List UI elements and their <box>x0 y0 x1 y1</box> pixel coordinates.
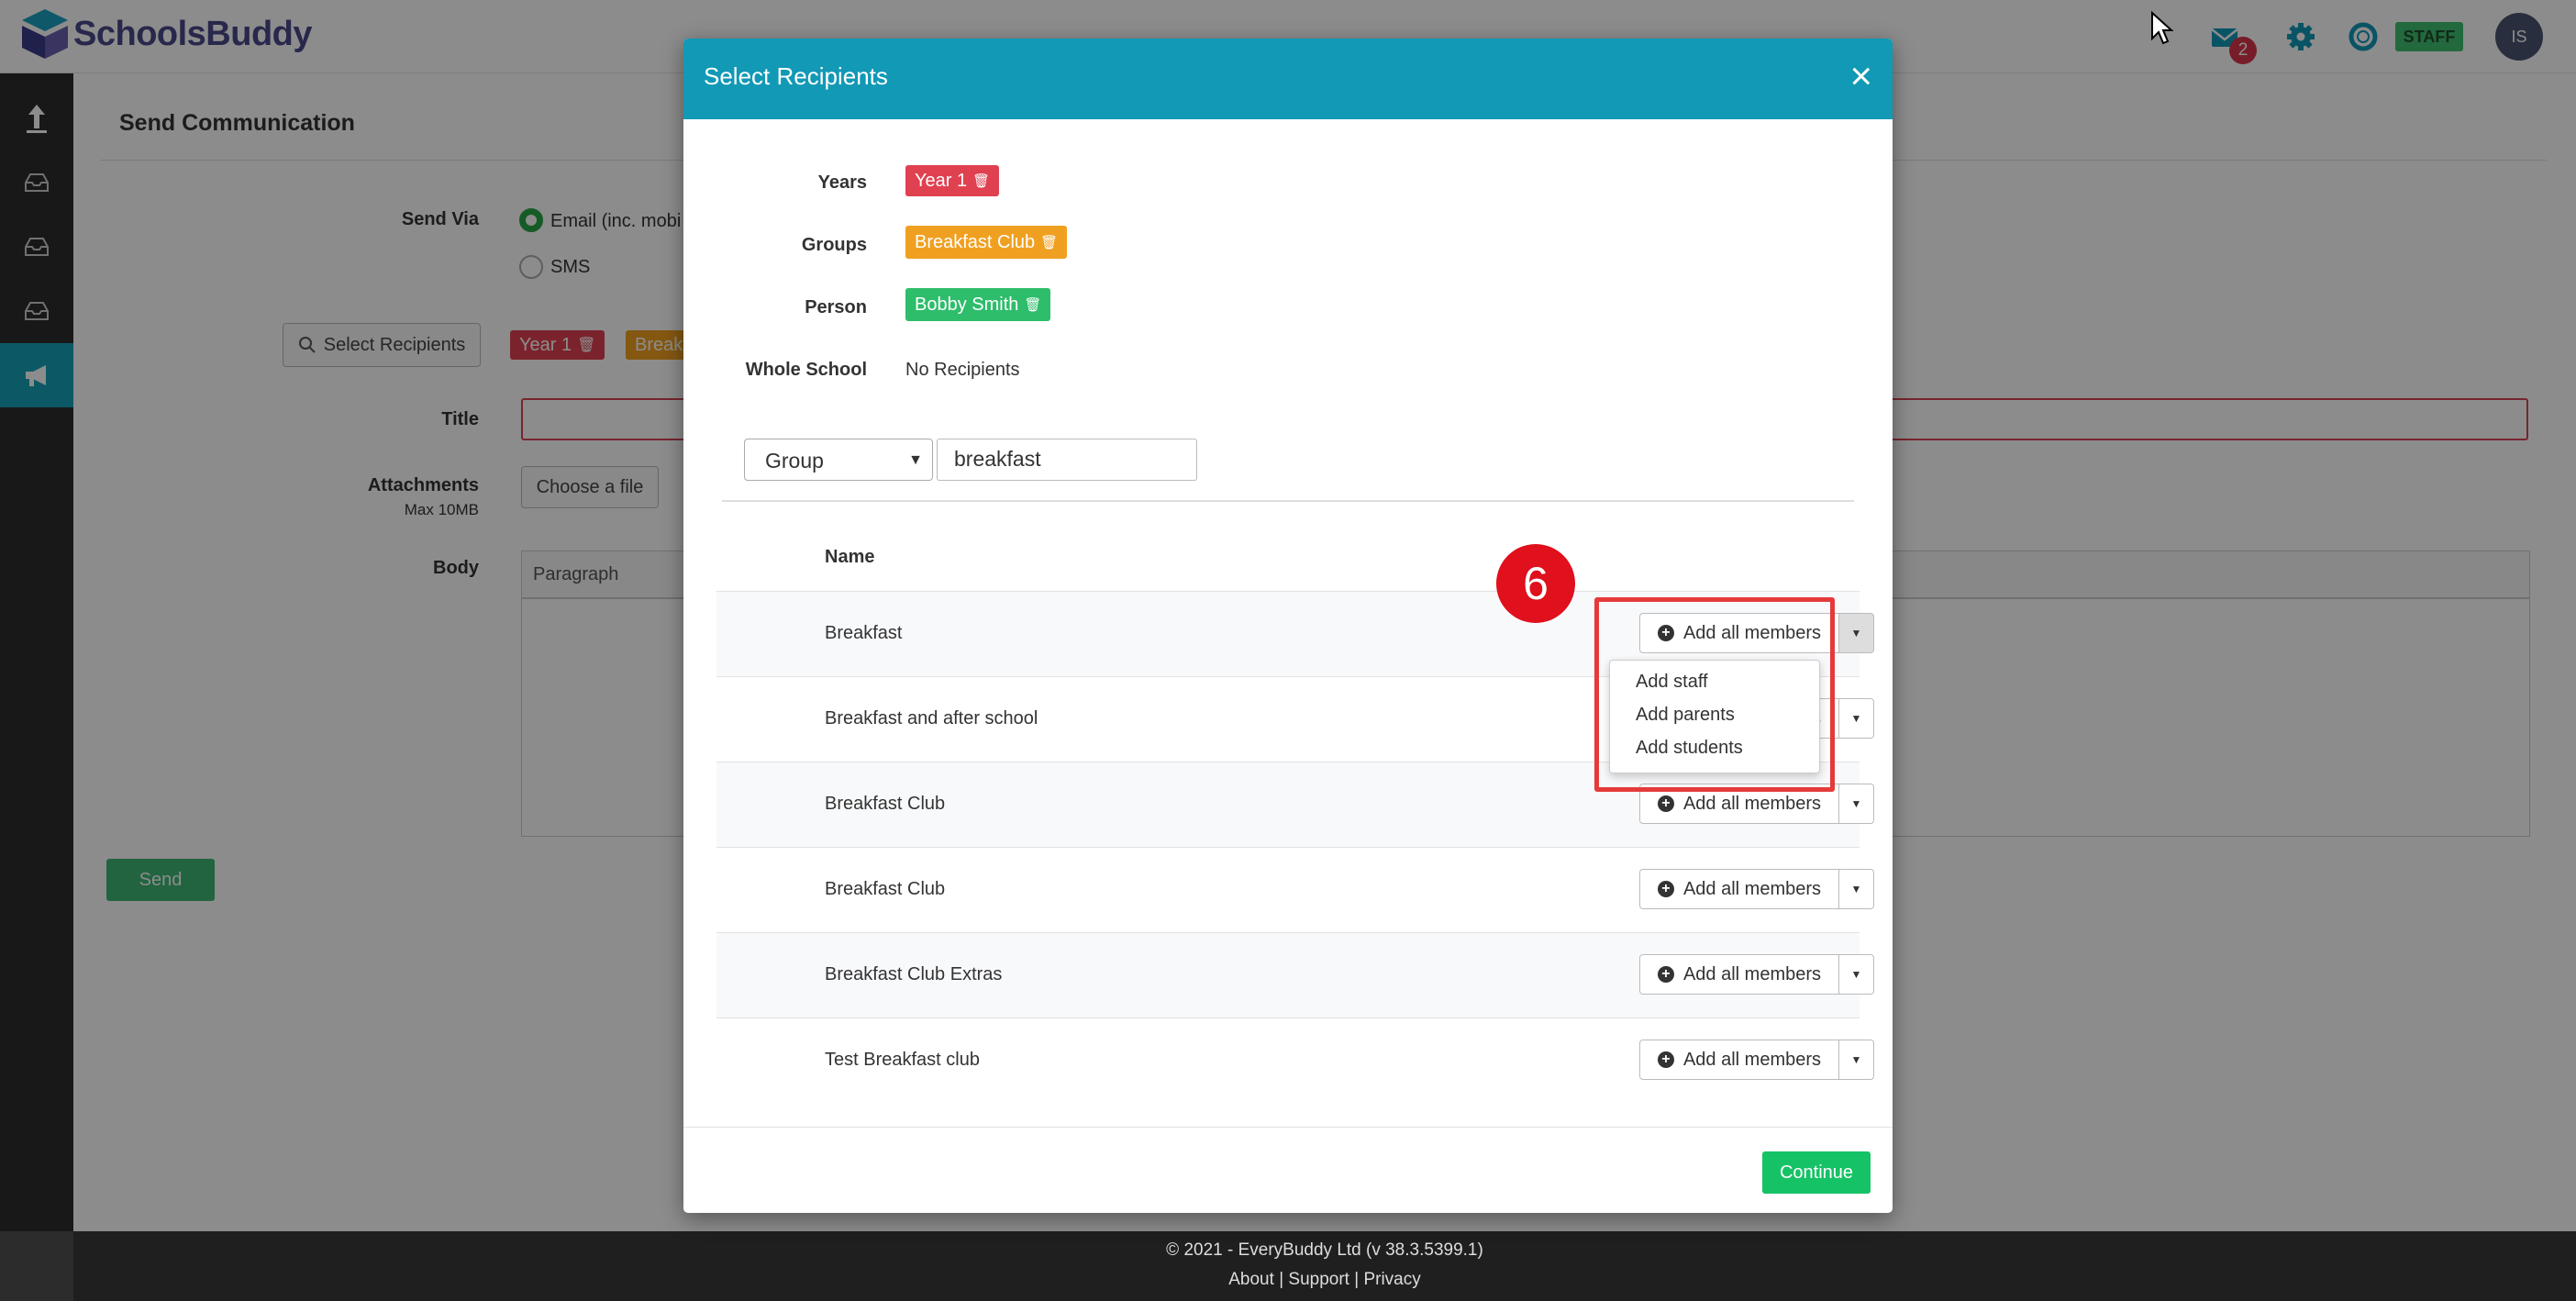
trash-icon[interactable]: 🗑 <box>1024 296 1041 313</box>
close-icon[interactable]: × <box>1849 57 1872 95</box>
groups-label: Groups <box>801 235 867 255</box>
whole-school-value: No Recipients <box>905 360 1020 380</box>
row-name: Breakfast Club Extras <box>825 964 1003 984</box>
column-header-name: Name <box>825 547 875 567</box>
modal-footer-divider <box>683 1127 1893 1128</box>
add-options-dropdown-toggle[interactable]: ▼ <box>1839 954 1874 995</box>
tutorial-step-marker: 6 <box>1496 544 1575 623</box>
row-name: Breakfast Club <box>825 879 946 899</box>
filter-type-value: Group <box>765 449 824 473</box>
tag-label: Breakfast Club <box>915 231 1036 252</box>
button-label: Add all members <box>1682 793 1822 814</box>
caret-down-icon: ▼ <box>1850 1053 1862 1066</box>
table-row: Breakfast Club + Add all members ▼ <box>716 847 1874 932</box>
plus-circle-icon: + <box>1657 795 1674 812</box>
add-all-members-button[interactable]: + Add all members <box>1639 954 1839 995</box>
caret-down-icon: ▼ <box>1850 627 1862 639</box>
add-all-members-button[interactable]: + Add all members <box>1639 1040 1839 1080</box>
mouse-pointer-icon <box>2151 11 2174 45</box>
row-name: Test Breakfast club <box>825 1050 980 1070</box>
caret-down-icon: ▼ <box>1850 968 1862 981</box>
add-members-split-button: + Add all members ▼ <box>1639 1040 1874 1080</box>
footer-separator: | <box>1354 1270 1364 1289</box>
row-name: Breakfast and after school <box>825 708 1038 728</box>
years-label: Years <box>817 172 867 193</box>
footer-copyright: © 2021 - EveryBuddy Ltd (v 38.3.5399.1) <box>1166 1240 1483 1260</box>
row-name: Breakfast <box>825 623 903 643</box>
add-options-dropdown-toggle[interactable]: ▼ <box>1839 784 1874 824</box>
select-recipients-modal: Select Recipients × Years Year 1 🗑 Groups… <box>683 39 1893 1213</box>
footer-link-privacy[interactable]: Privacy <box>1363 1270 1420 1289</box>
footer-link-about[interactable]: About <box>1228 1270 1274 1289</box>
tutorial-highlight-box <box>1594 597 1835 792</box>
add-options-dropdown-toggle[interactable]: ▼ <box>1839 1040 1874 1080</box>
plus-circle-icon: + <box>1657 881 1674 897</box>
trash-icon[interactable]: 🗑 <box>1040 234 1058 250</box>
add-all-members-button[interactable]: + Add all members <box>1639 869 1839 909</box>
footer: © 2021 - EveryBuddy Ltd (v 38.3.5399.1) … <box>73 1231 2576 1301</box>
table-row: Breakfast Club Extras + Add all members ▼ <box>716 932 1874 1017</box>
trash-icon[interactable]: 🗑 <box>972 172 990 189</box>
plus-circle-icon: + <box>1657 966 1674 983</box>
caret-down-icon: ▼ <box>1850 712 1862 725</box>
plus-circle-icon: + <box>1657 1051 1674 1068</box>
person-label: Person <box>805 297 867 317</box>
tag-label: Year 1 <box>915 170 968 191</box>
add-members-split-button: + Add all members ▼ <box>1639 954 1874 995</box>
chevron-down-icon: ▼ <box>908 452 923 468</box>
add-options-dropdown-toggle[interactable]: ▼ <box>1839 869 1874 909</box>
groups-tag: Breakfast Club 🗑 <box>905 226 1068 259</box>
modal-header: Select Recipients × <box>683 39 1893 119</box>
footer-links: About | Support | Privacy <box>73 1270 2576 1290</box>
filter-divider <box>722 500 1854 502</box>
years-tag: Year 1 🗑 <box>905 165 1000 196</box>
modal-title: Select Recipients <box>704 62 888 90</box>
row-name: Breakfast Club <box>825 794 946 814</box>
add-members-split-button: + Add all members ▼ <box>1639 869 1874 909</box>
recipient-search-input[interactable]: breakfast <box>937 439 1197 481</box>
whole-school-label: Whole School <box>745 360 867 380</box>
footer-link-support[interactable]: Support <box>1288 1270 1349 1289</box>
button-label: Add all members <box>1682 878 1822 899</box>
button-label: Add all members <box>1682 1049 1822 1070</box>
caret-down-icon: ▼ <box>1850 883 1862 895</box>
add-options-dropdown-toggle[interactable]: ▼ <box>1839 613 1874 653</box>
continue-button[interactable]: Continue <box>1762 1151 1871 1194</box>
caret-down-icon: ▼ <box>1850 797 1862 810</box>
person-tag: Bobby Smith 🗑 <box>905 288 1051 321</box>
button-label: Add all members <box>1682 963 1822 984</box>
filter-type-select[interactable]: Group ▼ <box>744 439 933 481</box>
table-row: Test Breakfast club + Add all members ▼ <box>716 1017 1874 1103</box>
footer-separator: | <box>1279 1270 1289 1289</box>
tag-label: Bobby Smith <box>915 294 1019 315</box>
add-options-dropdown-toggle[interactable]: ▼ <box>1839 698 1874 739</box>
